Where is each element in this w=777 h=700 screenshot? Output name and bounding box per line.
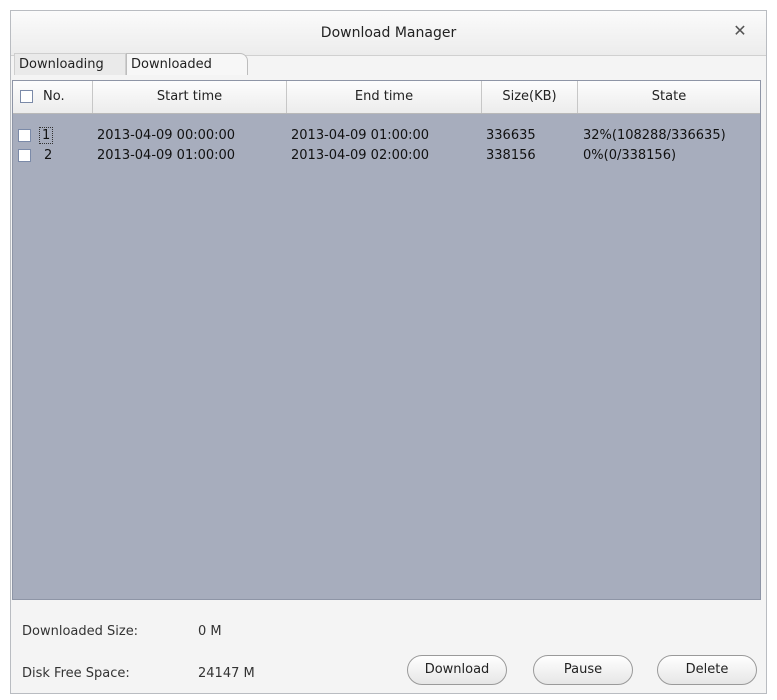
table-row[interactable]: 1 2013-04-09 00:00:00 2013-04-09 01:00:0… bbox=[13, 127, 760, 144]
disk-free-space-label: Disk Free Space: bbox=[22, 666, 130, 681]
downloaded-size-value: 0 M bbox=[198, 624, 222, 639]
select-all-checkbox[interactable] bbox=[20, 90, 33, 103]
row-number: 1 bbox=[39, 127, 54, 144]
disk-free-space-value: 24147 M bbox=[198, 666, 255, 681]
row-checkbox[interactable] bbox=[18, 129, 31, 142]
row-size: 336635 bbox=[486, 128, 536, 143]
row-number: 2 bbox=[44, 148, 53, 163]
table-header: No. Start time End time Size(KB) State bbox=[13, 81, 760, 114]
column-header-state[interactable]: State bbox=[578, 81, 760, 113]
window-title: Download Manager bbox=[320, 25, 457, 41]
tab-downloading[interactable]: Downloading bbox=[14, 53, 126, 75]
downloaded-size-label: Downloaded Size: bbox=[22, 624, 139, 639]
title-bar: Download Manager ✕ bbox=[11, 11, 766, 56]
column-header-no[interactable]: No. bbox=[13, 81, 93, 113]
delete-button[interactable]: Delete bbox=[657, 655, 757, 685]
tab-downloading-label: Downloading bbox=[19, 57, 104, 72]
column-header-no-label: No. bbox=[43, 89, 65, 104]
row-checkbox[interactable] bbox=[18, 149, 31, 162]
row-end-time: 2013-04-09 01:00:00 bbox=[291, 128, 430, 143]
close-icon[interactable]: ✕ bbox=[728, 19, 752, 43]
download-button[interactable]: Download bbox=[407, 655, 507, 685]
tab-downloaded[interactable]: Downloaded bbox=[126, 53, 248, 75]
column-header-start-time[interactable]: Start time bbox=[93, 81, 287, 113]
column-header-size[interactable]: Size(KB) bbox=[482, 81, 578, 113]
table-row[interactable]: 2 2013-04-09 01:00:00 2013-04-09 02:00:0… bbox=[13, 147, 760, 164]
tab-downloaded-label: Downloaded bbox=[131, 57, 212, 72]
row-state: 32%(108288/336635) bbox=[583, 128, 726, 143]
row-end-time: 2013-04-09 02:00:00 bbox=[291, 148, 430, 163]
row-state: 0%(0/338156) bbox=[583, 148, 677, 163]
row-start-time: 2013-04-09 01:00:00 bbox=[97, 148, 236, 163]
column-header-end-time[interactable]: End time bbox=[287, 81, 482, 113]
row-start-time: 2013-04-09 00:00:00 bbox=[97, 128, 236, 143]
download-list-grid: No. Start time End time Size(KB) State 1… bbox=[12, 80, 761, 600]
pause-button[interactable]: Pause bbox=[533, 655, 633, 685]
row-size: 338156 bbox=[486, 148, 536, 163]
